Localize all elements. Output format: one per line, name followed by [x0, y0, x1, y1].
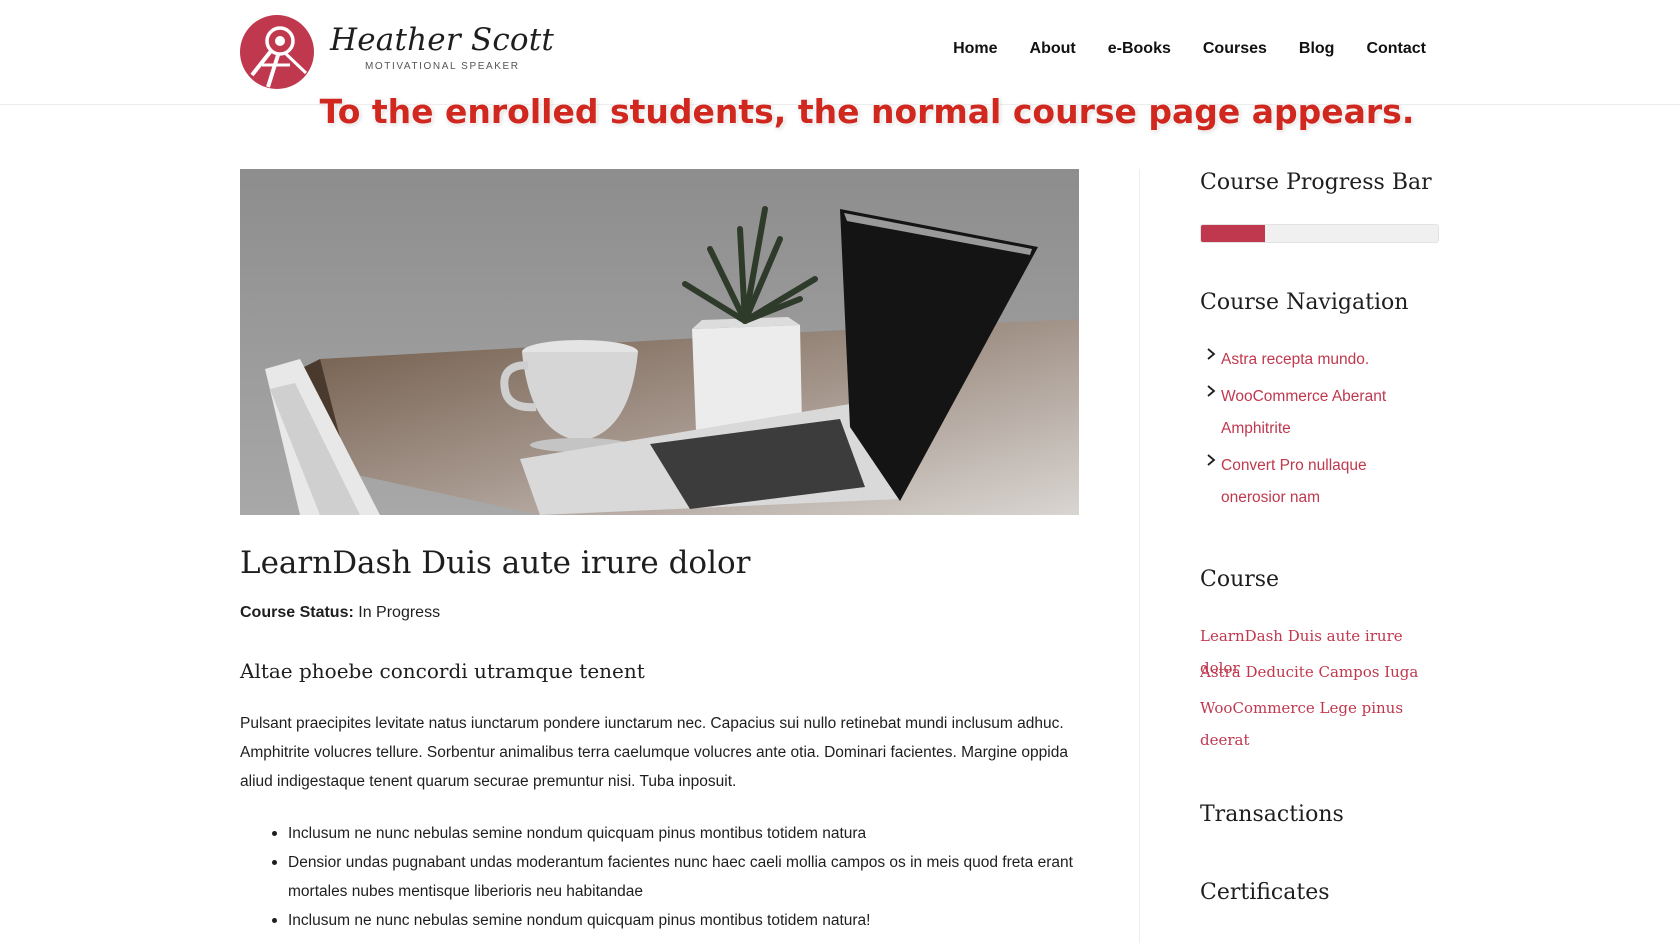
content-paragraph: Pulsant praecipites levitate natus iunct…: [240, 715, 1068, 790]
course-nav-link[interactable]: WooCommerce Aberant Amphitrite: [1221, 381, 1430, 445]
logo-icon[interactable]: [240, 15, 314, 89]
certificates-title: Certificates: [1200, 880, 1330, 905]
chevron-right-icon: [1207, 454, 1216, 466]
chevron-right-icon: [1207, 385, 1216, 397]
course-nav-item[interactable]: Astra recepta mundo.: [1200, 344, 1430, 376]
sidebar-divider: [1139, 169, 1140, 943]
course-link[interactable]: Astra Deducite Campos Iuga: [1200, 656, 1440, 688]
nav-item-home[interactable]: Home: [953, 40, 997, 58]
course-widget-title: Course: [1200, 567, 1280, 592]
content-subheading: Altae phoebe concordi utramque tenent: [240, 659, 645, 683]
annotation-banner: To the enrolled students, the normal cou…: [319, 92, 1415, 131]
course-progress-fill: [1201, 225, 1265, 242]
course-nav-link[interactable]: Convert Pro nullaque onerosior nam: [1221, 450, 1430, 514]
course-status-label: Course Status:: [240, 604, 354, 621]
course-link[interactable]: WooCommerce Lege pinus deerat: [1200, 692, 1440, 756]
nav-item-about[interactable]: About: [1030, 40, 1076, 58]
list-item: Densior undas pugnabant undas moderantum…: [272, 848, 1098, 906]
course-progress-bar: [1200, 224, 1439, 243]
main-nav: Home About e-Books Courses Blog Contact: [953, 40, 1426, 58]
nav-item-contact[interactable]: Contact: [1366, 40, 1426, 58]
content-bullet-list: Inclusum ne nunc nebulas semine nondum q…: [272, 819, 1098, 935]
course-nav-link[interactable]: Astra recepta mundo.: [1221, 344, 1430, 376]
brand-tagline: MOTIVATIONAL SPEAKER: [365, 61, 520, 72]
list-item: Inclusum ne nunc nebulas semine nondum q…: [272, 906, 1098, 935]
nav-item-ebooks[interactable]: e-Books: [1108, 40, 1171, 58]
brand-name[interactable]: Heather Scott: [330, 22, 554, 58]
course-navigation-title: Course Navigation: [1200, 290, 1409, 315]
course-title: LearnDash Duis aute irure dolor: [240, 545, 751, 581]
list-item: Inclusum ne nunc nebulas semine nondum q…: [272, 819, 1098, 848]
transactions-title: Transactions: [1200, 802, 1344, 827]
nav-item-blog[interactable]: Blog: [1299, 40, 1335, 58]
course-nav-item[interactable]: Convert Pro nullaque onerosior nam: [1200, 450, 1430, 514]
course-featured-image: [240, 169, 1079, 515]
nav-item-courses[interactable]: Courses: [1203, 40, 1267, 58]
progress-widget-title: Course Progress Bar: [1200, 170, 1432, 195]
chevron-right-icon: [1207, 348, 1216, 360]
course-status-value: In Progress: [358, 604, 441, 621]
course-status: Course Status: In Progress: [240, 604, 440, 622]
course-nav-item[interactable]: WooCommerce Aberant Amphitrite: [1200, 381, 1430, 445]
site-header: Heather Scott MOTIVATIONAL SPEAKER Home …: [0, 0, 1680, 105]
